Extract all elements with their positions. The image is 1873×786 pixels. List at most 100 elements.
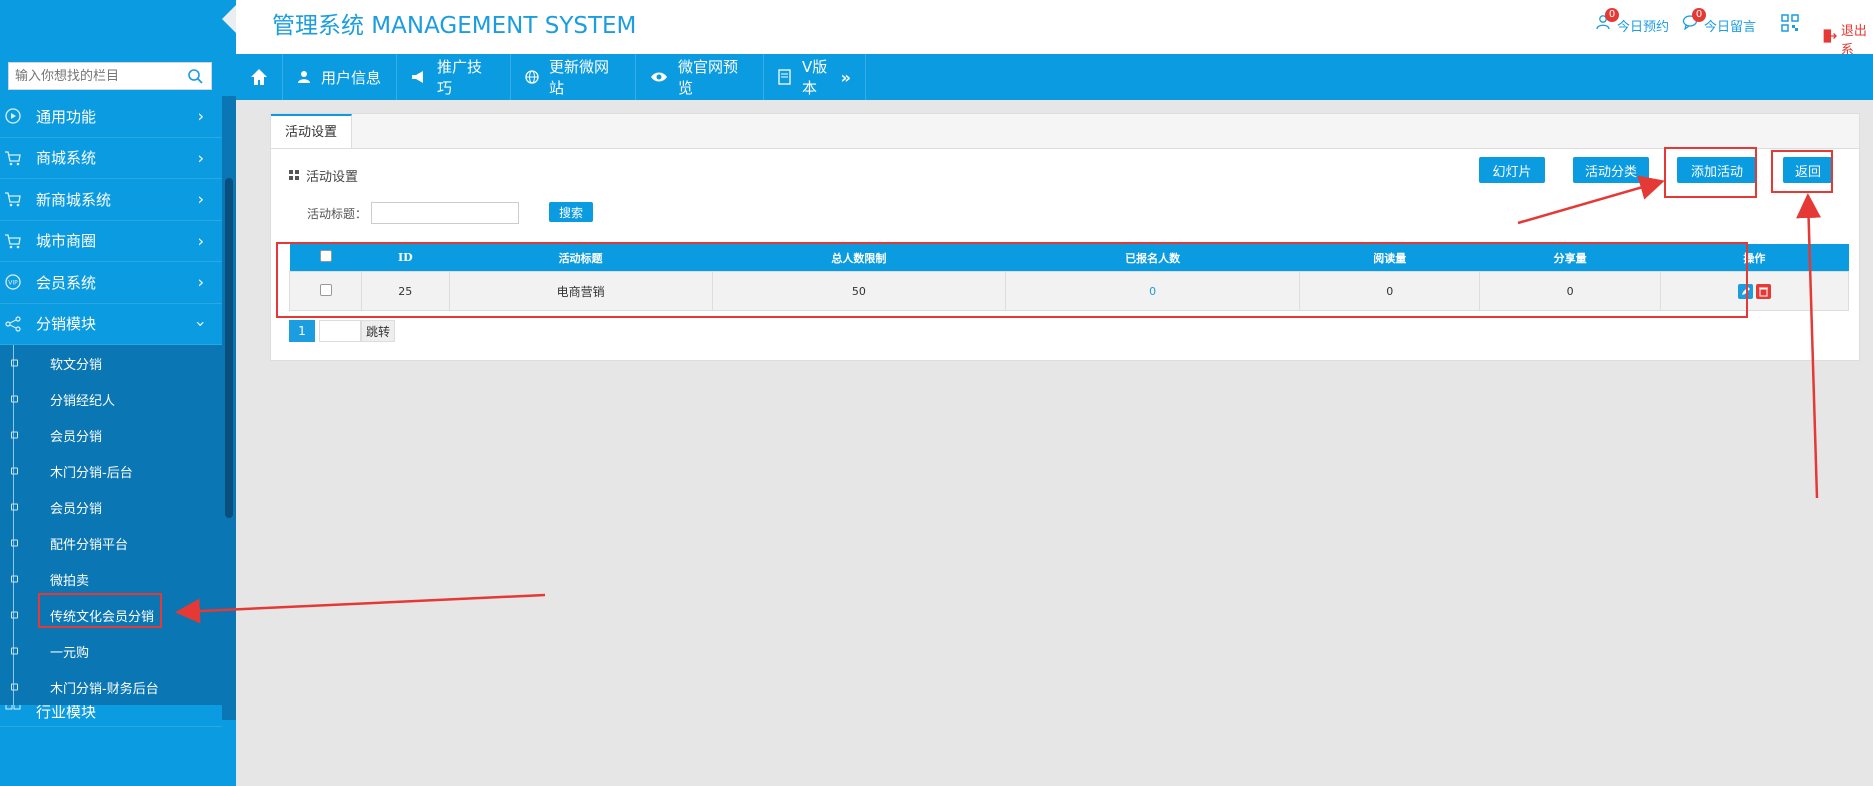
nav-user-info[interactable]: 用户信息 (283, 54, 397, 100)
submenu-item-label: 传统文化会员分销 (50, 609, 155, 625)
table-header-row: ID 活动标题 总人数限制 已报名人数 阅读量 分享量 操作 (289, 244, 1849, 272)
submenu-item-label: 木门分销-后台 (50, 465, 133, 481)
signup-count-link[interactable]: 0 (1005, 271, 1301, 311)
add-activity-button[interactable]: 添加活动 (1677, 157, 1757, 183)
title-cell: 电商营销 (448, 271, 713, 311)
table-row: 25 电商营销 50 0 0 0 (289, 271, 1850, 311)
user-icon: 0 (1595, 7, 1619, 30)
submenu-item-label: 木门分销-财务后台 (50, 681, 159, 697)
qrcode-icon[interactable] (1781, 14, 1799, 32)
sidebar-item-label: 商城系统 (36, 149, 97, 168)
nav-update-site[interactable]: 更新微网站 (511, 54, 636, 100)
chevron-right-icon: › (197, 272, 204, 292)
page-jump-button[interactable]: 跳转 (361, 320, 396, 342)
sidebar-scrollbar-thumb[interactable] (225, 178, 233, 518)
submenu-item[interactable]: 配件分销平台 (0, 525, 222, 561)
sidebar-collapse-notch[interactable] (222, 5, 236, 33)
submenu-item-label: 一元购 (50, 645, 90, 661)
sidebar-item-new-mall[interactable]: 新商城系统 › (0, 179, 222, 221)
nav-site-preview[interactable]: 微官网预览 (636, 54, 764, 100)
reservation-label: 今日预约 (1617, 20, 1670, 35)
page-1-button[interactable]: 1 (289, 320, 315, 342)
logout-button[interactable]: 退出系 (1822, 14, 1873, 58)
select-all-header (289, 244, 362, 272)
submenu-item-label: 配件分销平台 (50, 537, 129, 553)
sidebar: 通用功能 › 商城系统 › 新商城系统 › 城市商圈 › VIP 会员系统 › … (0, 0, 236, 786)
read-count-cell: 0 (1299, 271, 1481, 311)
title-filter: 活动标题： (307, 202, 520, 224)
page-jump-input[interactable] (319, 320, 361, 342)
today-messages[interactable]: 0 今日留言 (1682, 7, 1757, 35)
search-icon[interactable] (187, 68, 203, 84)
tree-node-icon (11, 683, 18, 691)
megaphone-icon (411, 70, 427, 84)
pagination: 1 跳转 (289, 320, 396, 342)
slides-button[interactable]: 幻灯片 (1479, 157, 1545, 183)
cart-icon (2, 188, 24, 210)
cart-icon (2, 230, 24, 252)
back-button[interactable]: 返回 (1783, 157, 1833, 183)
nav-promotion-tips[interactable]: 推广技巧 (397, 54, 511, 100)
nav-version[interactable]: V版本 » (764, 54, 866, 100)
submenu-item[interactable]: 微拍卖 (0, 561, 222, 597)
sidebar-item-label: 新商城系统 (36, 190, 112, 209)
reservation-badge: 0 (1605, 7, 1619, 22)
submenu-item[interactable]: 一元购 (0, 633, 222, 669)
chevron-down-icon: › (191, 320, 211, 327)
sidebar-item-general[interactable]: 通用功能 › (0, 96, 222, 138)
delete-icon[interactable] (1756, 283, 1772, 299)
sidebar-search-box (8, 62, 212, 90)
column-header: 总人数限制 (712, 244, 1006, 272)
chat-icon: 0 (1682, 7, 1706, 30)
message-label: 今日留言 (1704, 20, 1757, 35)
sidebar-item-label: 行业模块 (36, 705, 97, 721)
activity-title-input[interactable] (371, 202, 520, 224)
today-reservations[interactable]: 0 今日预约 (1595, 7, 1670, 35)
sidebar-search-input[interactable] (9, 63, 191, 89)
share-count-cell: 0 (1479, 271, 1661, 311)
search-button[interactable]: 搜索 (549, 202, 593, 222)
tree-node-icon (11, 467, 18, 475)
user-icon (297, 70, 311, 84)
home-icon (251, 69, 267, 85)
edit-icon[interactable] (1737, 283, 1753, 299)
column-header: 活动标题 (449, 244, 713, 272)
sidebar-item-city[interactable]: 城市商圈 › (0, 221, 222, 262)
message-badge: 0 (1692, 7, 1706, 22)
tree-node-icon (11, 359, 18, 367)
app-title: 管理系统 MANAGEMENT SYSTEM (272, 13, 637, 39)
home-button[interactable] (236, 54, 283, 100)
row-checkbox[interactable] (319, 283, 332, 296)
distribution-submenu: 软文分销 分销经纪人 会员分销 木门分销-后台 会员分销 配件分销平台 微拍卖 … (0, 345, 222, 705)
share-icon (2, 313, 24, 335)
submenu-item[interactable]: 木门分销-后台 (0, 453, 222, 489)
chevron-right-icon: › (197, 189, 204, 209)
play-circle-icon (2, 105, 24, 127)
submenu-item-label: 会员分销 (50, 429, 103, 445)
submenu-item-label: 会员分销 (50, 501, 103, 517)
grid-icon (289, 170, 299, 180)
submenu-item[interactable]: 分销经纪人 (0, 381, 222, 417)
submenu-item-label: 微拍卖 (50, 573, 90, 589)
tab-activity-settings[interactable]: 活动设置 (271, 114, 353, 148)
sidebar-item-mall[interactable]: 商城系统 › (0, 138, 222, 179)
submenu-item[interactable]: 软文分销 (0, 345, 222, 381)
id-cell: 25 (361, 271, 450, 311)
logout-label: 退出系 (1840, 24, 1867, 58)
sidebar-item-industry[interactable]: 行业模块 (0, 705, 222, 727)
limit-cell: 50 (711, 271, 1007, 311)
document-icon (778, 69, 792, 85)
sidebar-item-label: 分销模块 (36, 315, 97, 334)
submenu-item[interactable]: 木门分销-财务后台 (0, 669, 222, 705)
select-all-checkbox[interactable] (319, 250, 332, 262)
submenu-item-traditional-culture[interactable]: 传统文化会员分销 (0, 597, 222, 633)
tree-node-icon (11, 431, 18, 439)
eye-icon (650, 71, 668, 83)
submenu-item[interactable]: 会员分销 (0, 489, 222, 525)
sidebar-item-distribution[interactable]: 分销模块 › (0, 303, 222, 345)
cart-icon (2, 147, 24, 169)
submenu-item[interactable]: 会员分销 (0, 417, 222, 453)
activity-category-button[interactable]: 活动分类 (1573, 157, 1649, 183)
tree-node-icon (11, 575, 18, 583)
sidebar-item-member[interactable]: VIP 会员系统 › (0, 262, 222, 304)
